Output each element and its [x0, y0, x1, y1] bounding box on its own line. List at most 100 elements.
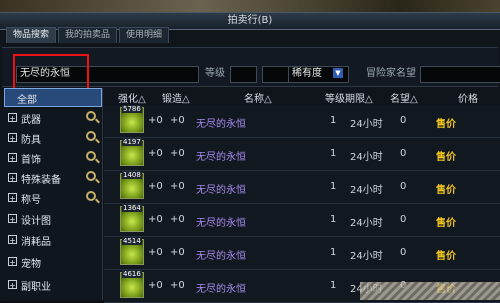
item-code: 4197 [122, 138, 142, 146]
item-code: 4514 [122, 237, 142, 245]
category-consumables[interactable]: + 消耗品 [4, 231, 102, 250]
forge-value: +0 [170, 214, 185, 225]
level-max-input[interactable] [262, 66, 289, 83]
search-icon[interactable] [86, 171, 96, 181]
enhance-value: +0 [148, 115, 163, 126]
category-label: 宠物 [21, 259, 41, 270]
category-weapons[interactable]: + 武器 [4, 109, 102, 128]
expand-icon[interactable]: + [8, 280, 17, 290]
search-icon[interactable] [86, 151, 96, 161]
category-sidebar: 全部 + 武器 + 防具 + 首饰 + 特殊装备 + 称号 + 设计图 + 消耗品 + 宠物 +… [4, 88, 103, 300]
header-fame[interactable]: 名望△ [390, 90, 418, 105]
header-forge[interactable]: 锻造△ [162, 90, 190, 105]
category-subclass[interactable]: + 副职业 [4, 276, 102, 295]
item-name[interactable]: 无尽的永恒 [196, 214, 246, 229]
price-label: 售价 [436, 152, 456, 163]
fame-value: 0 [400, 214, 407, 225]
results-table: 5786 +0 +0 无尽的永恒 1 24小时 0 售价 4197 +0 +0 … [104, 105, 500, 303]
search-icon[interactable] [86, 131, 96, 141]
table-row[interactable]: 4514 +0 +0 无尽的永恒 1 24小时 0 售价 [104, 237, 500, 270]
fame-value: 0 [400, 247, 407, 258]
item-name[interactable]: 无尽的永恒 [196, 247, 246, 262]
table-row[interactable]: 4197 +0 +0 无尽的永恒 1 24小时 0 售价 [104, 138, 500, 171]
category-label: 首饰 [21, 155, 41, 166]
fame-value: 0 [400, 181, 407, 192]
period-value: 24小时 [350, 119, 383, 130]
search-icon[interactable] [86, 191, 96, 201]
category-blueprints[interactable]: + 设计图 [4, 210, 102, 229]
item-code: 5786 [122, 105, 142, 113]
expand-icon[interactable]: + [8, 193, 17, 203]
price-label: 售价 [436, 119, 456, 130]
table-row[interactable]: 5786 +0 +0 无尽的永恒 1 24小时 0 售价 [104, 105, 500, 138]
tab-usage-details[interactable]: 使用明细 [119, 27, 170, 43]
highlight-box [13, 54, 89, 90]
period-value: 24小时 [350, 218, 383, 229]
search-icon[interactable] [86, 111, 96, 121]
price-label: 售价 [436, 185, 456, 196]
table-row[interactable]: 1364 +0 +0 无尽的永恒 1 24小时 0 售价 [104, 204, 500, 237]
item-name[interactable]: 无尽的永恒 [196, 181, 246, 196]
item-code: 1408 [122, 171, 142, 179]
category-label: 特殊装备 [21, 175, 61, 186]
category-armor[interactable]: + 防具 [4, 129, 102, 148]
item-name[interactable]: 无尽的永恒 [196, 115, 246, 130]
period-value: 24小时 [350, 251, 383, 262]
adventurer-fame-input[interactable] [420, 66, 500, 83]
category-label: 全部 [17, 95, 37, 106]
tab-item-search[interactable]: 物品搜索 [6, 27, 57, 43]
forge-value: +0 [170, 181, 185, 192]
category-titles[interactable]: + 称号 [4, 189, 102, 208]
level-value: 1 [330, 115, 337, 126]
level-value: 1 [330, 214, 337, 225]
adventurer-fame-label: 冒险家名望 [366, 68, 416, 79]
results-header: 强化△ 锻造△ 名称△ 等级期限△ 名望△ 价格 [104, 88, 500, 105]
category-label: 武器 [21, 115, 41, 126]
expand-icon[interactable]: + [8, 214, 17, 224]
expand-icon[interactable]: + [8, 113, 17, 123]
tab-my-auctions[interactable]: 我的拍卖品 [58, 27, 118, 43]
level-value: 1 [330, 148, 337, 159]
level-value: 1 [330, 181, 337, 192]
forge-value: +0 [170, 247, 185, 258]
enhance-value: +0 [148, 148, 163, 159]
expand-icon[interactable]: + [8, 153, 17, 163]
header-level-period[interactable]: 等级期限△ [325, 90, 373, 105]
period-value: 24小时 [350, 152, 383, 163]
enhance-value: +0 [148, 181, 163, 192]
forge-value: +0 [170, 280, 185, 291]
expand-icon[interactable]: + [8, 235, 17, 245]
category-pets[interactable]: + 宠物 [4, 253, 102, 272]
category-label: 称号 [21, 195, 41, 206]
item-name[interactable]: 无尽的永恒 [196, 280, 246, 295]
category-label: 副职业 [21, 282, 51, 293]
dropdown-arrow-icon[interactable]: ▼ [333, 68, 343, 78]
category-all[interactable]: 全部 [4, 88, 102, 107]
enhance-value: +0 [148, 280, 163, 291]
category-label: 设计图 [21, 216, 51, 227]
fame-value: 0 [400, 148, 407, 159]
header-price[interactable]: 价格 [458, 90, 478, 105]
tab-bar: 物品搜索 我的拍卖品 使用明细 [6, 27, 170, 43]
item-name[interactable]: 无尽的永恒 [196, 148, 246, 163]
forge-value: +0 [170, 115, 185, 126]
enhance-value: +0 [148, 214, 163, 225]
header-name[interactable]: 名称△ [244, 90, 272, 105]
header-enhance[interactable]: 强化△ [118, 90, 146, 105]
fame-value: 0 [400, 115, 407, 126]
background-artwork [360, 282, 500, 300]
expand-icon[interactable]: + [8, 257, 17, 267]
category-special-equipment[interactable]: + 特殊装备 [4, 169, 102, 188]
level-value: 1 [330, 280, 337, 291]
expand-icon[interactable]: + [8, 173, 17, 183]
period-value: 24小时 [350, 185, 383, 196]
table-row[interactable]: 1408 +0 +0 无尽的永恒 1 24小时 0 售价 [104, 171, 500, 204]
level-label: 等级 [205, 68, 225, 79]
expand-icon[interactable]: + [8, 133, 17, 143]
level-min-input[interactable] [230, 66, 257, 83]
category-jewelry[interactable]: + 首饰 [4, 149, 102, 168]
level-value: 1 [330, 247, 337, 258]
enhance-value: +0 [148, 247, 163, 258]
item-code: 1364 [122, 204, 142, 212]
category-label: 防具 [21, 135, 41, 146]
